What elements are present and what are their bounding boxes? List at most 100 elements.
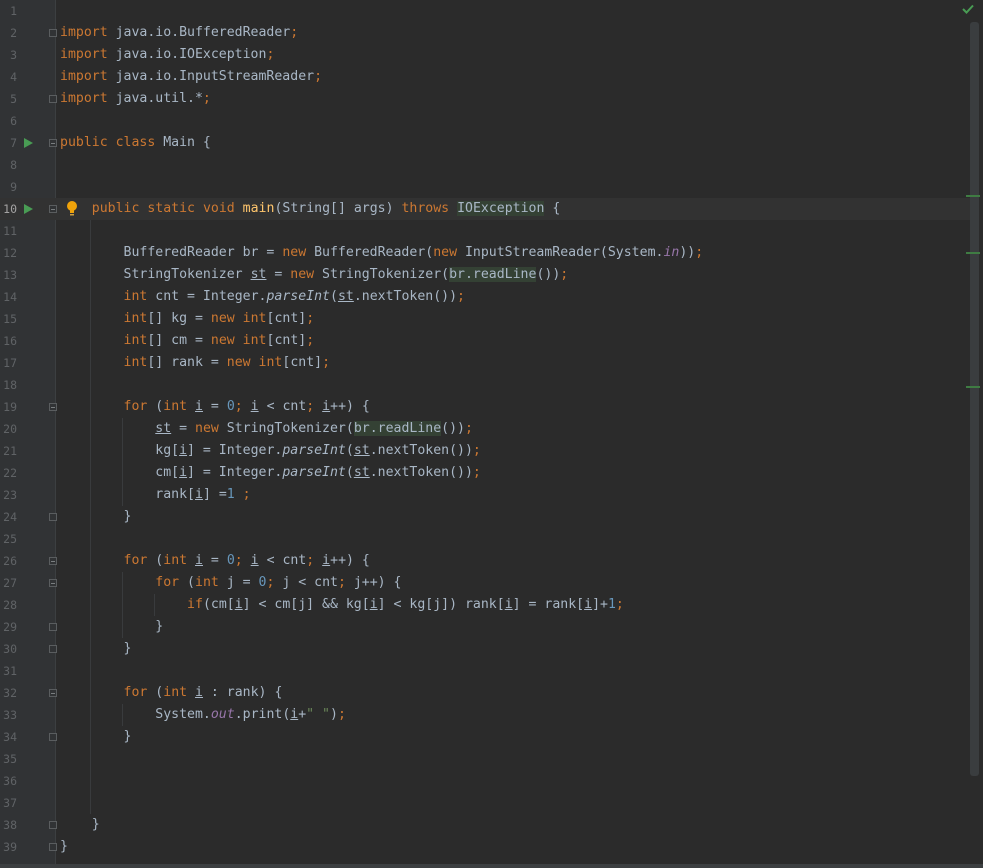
code-line[interactable]: 17 int[] rank = new int[cnt];	[0, 352, 970, 374]
code-line[interactable]: 15 int[] kg = new int[cnt];	[0, 308, 970, 330]
fold-icon[interactable]	[49, 579, 57, 587]
line-number[interactable]: 8	[0, 154, 17, 176]
line-number[interactable]: 9	[0, 176, 17, 198]
code-line[interactable]: 38 }	[0, 814, 970, 836]
code-line[interactable]: 3 import java.io.IOException;	[0, 44, 970, 66]
code-line[interactable]: 24 }	[0, 506, 970, 528]
fold-icon[interactable]	[49, 139, 57, 147]
code-text[interactable]: kg[i] = Integer.parseInt(st.nextToken())…	[60, 440, 481, 462]
code-text[interactable]: }	[60, 836, 68, 858]
code-line[interactable]: 34 }	[0, 726, 970, 748]
change-marker[interactable]	[966, 252, 980, 254]
line-number[interactable]: 2	[0, 22, 17, 44]
line-number[interactable]: 28	[0, 594, 17, 616]
code-line[interactable]: 9	[0, 176, 970, 198]
code-text[interactable]: public class Main {	[60, 132, 211, 154]
code-line[interactable]: 29 }	[0, 616, 970, 638]
code-line[interactable]: 30 }	[0, 638, 970, 660]
line-number[interactable]: 27	[0, 572, 17, 594]
code-text[interactable]: int[] rank = new int[cnt];	[60, 352, 331, 374]
code-line[interactable]: 1	[0, 0, 970, 22]
code-line[interactable]: 16 int[] cm = new int[cnt];	[0, 330, 970, 352]
line-number[interactable]: 14	[0, 286, 17, 308]
code-line[interactable]: 18	[0, 374, 970, 396]
code-line[interactable]: 8	[0, 154, 970, 176]
code-text[interactable]: cm[i] = Integer.parseInt(st.nextToken())…	[60, 462, 481, 484]
line-number[interactable]: 7	[0, 132, 17, 154]
line-number[interactable]: 22	[0, 462, 17, 484]
line-number[interactable]: 10	[0, 198, 17, 220]
code-text[interactable]: BufferedReader br = new BufferedReader(n…	[60, 242, 704, 264]
line-number[interactable]: 3	[0, 44, 17, 66]
fold-icon[interactable]	[49, 403, 57, 411]
line-number[interactable]: 16	[0, 330, 17, 352]
code-text[interactable]: for (int i : rank) {	[60, 682, 283, 704]
code-text[interactable]: for (int j = 0; j < cnt; j++) {	[60, 572, 401, 594]
code-line[interactable]: 6	[0, 110, 970, 132]
line-number[interactable]: 36	[0, 770, 17, 792]
line-number[interactable]: 4	[0, 66, 17, 88]
line-number[interactable]: 29	[0, 616, 17, 638]
line-number[interactable]: 38	[0, 814, 17, 836]
code-text[interactable]: import java.io.IOException;	[60, 44, 274, 66]
code-text[interactable]: import java.io.InputStreamReader;	[60, 66, 322, 88]
line-number[interactable]: 25	[0, 528, 17, 550]
line-number[interactable]: 20	[0, 418, 17, 440]
code-line[interactable]: 27 for (int j = 0; j < cnt; j++) {	[0, 572, 970, 594]
code-line[interactable]: 19 for (int i = 0; i < cnt; i++) {	[0, 396, 970, 418]
line-number[interactable]: 31	[0, 660, 17, 682]
code-line[interactable]: 12 BufferedReader br = new BufferedReade…	[0, 242, 970, 264]
line-number[interactable]: 18	[0, 374, 17, 396]
fold-icon[interactable]	[49, 733, 57, 741]
line-number[interactable]: 26	[0, 550, 17, 572]
code-line[interactable]: 32 for (int i : rank) {	[0, 682, 970, 704]
code-text[interactable]: }	[60, 814, 100, 836]
fold-icon[interactable]	[49, 95, 57, 103]
line-number[interactable]: 21	[0, 440, 17, 462]
line-number[interactable]: 19	[0, 396, 17, 418]
code-text[interactable]: }	[60, 638, 132, 660]
code-line[interactable]: 14 int cnt = Integer.parseInt(st.nextTok…	[0, 286, 970, 308]
fold-icon[interactable]	[49, 623, 57, 631]
code-text[interactable]: StringTokenizer st = new StringTokenizer…	[60, 264, 568, 286]
code-text[interactable]: import java.util.*;	[60, 88, 211, 110]
line-number[interactable]: 17	[0, 352, 17, 374]
code-line[interactable]: 35	[0, 748, 970, 770]
code-line[interactable]: 2 import java.io.BufferedReader;	[0, 22, 970, 44]
line-number[interactable]: 6	[0, 110, 17, 132]
vertical-scrollbar[interactable]	[970, 22, 979, 776]
line-number[interactable]: 24	[0, 506, 17, 528]
code-text[interactable]: }	[60, 616, 163, 638]
line-number[interactable]: 37	[0, 792, 17, 814]
code-text[interactable]: if(cm[i] < cm[j] && kg[i] < kg[j]) rank[…	[60, 594, 624, 616]
code-text[interactable]: int[] cm = new int[cnt];	[60, 330, 315, 352]
code-line[interactable]: 28 if(cm[i] < cm[j] && kg[i] < kg[j]) ra…	[0, 594, 970, 616]
line-number[interactable]: 35	[0, 748, 17, 770]
code-text[interactable]: int cnt = Integer.parseInt(st.nextToken(…	[60, 286, 465, 308]
code-line[interactable]: 10 public static void main(String[] args…	[0, 198, 970, 220]
code-text[interactable]: rank[i] =1 ;	[60, 484, 250, 506]
code-line[interactable]: 4 import java.io.InputStreamReader;	[0, 66, 970, 88]
line-number[interactable]: 39	[0, 836, 17, 858]
line-number[interactable]: 1	[0, 0, 17, 22]
fold-icon[interactable]	[49, 821, 57, 829]
fold-icon[interactable]	[49, 557, 57, 565]
fold-icon[interactable]	[49, 205, 57, 213]
change-marker[interactable]	[966, 386, 980, 388]
code-text[interactable]: for (int i = 0; i < cnt; i++) {	[60, 550, 370, 572]
code-line[interactable]: 39}	[0, 836, 970, 858]
code-text[interactable]: for (int i = 0; i < cnt; i++) {	[60, 396, 370, 418]
code-line[interactable]: 23 rank[i] =1 ;	[0, 484, 970, 506]
code-text[interactable]: import java.io.BufferedReader;	[60, 22, 298, 44]
code-line[interactable]: 11	[0, 220, 970, 242]
code-text[interactable]: }	[60, 506, 132, 528]
line-number[interactable]: 32	[0, 682, 17, 704]
fold-icon[interactable]	[49, 843, 57, 851]
line-number[interactable]: 30	[0, 638, 17, 660]
code-text[interactable]: }	[60, 726, 132, 748]
code-line[interactable]: 33 System.out.print(i+" ");	[0, 704, 970, 726]
line-number[interactable]: 5	[0, 88, 17, 110]
run-icon[interactable]	[24, 204, 33, 214]
fold-icon[interactable]	[49, 689, 57, 697]
fold-icon[interactable]	[49, 645, 57, 653]
